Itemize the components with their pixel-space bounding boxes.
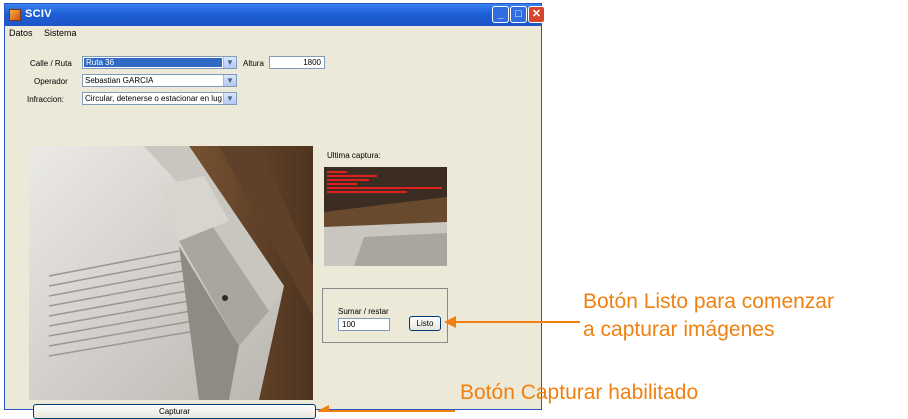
capturar-arrowhead-icon xyxy=(317,405,329,412)
annotation-listo-line2: a capturar imágenes xyxy=(583,318,775,341)
annotation-arrows xyxy=(317,316,580,412)
annotation-capturar: Botón Capturar habilitado xyxy=(460,381,699,404)
listo-arrowhead-icon xyxy=(444,316,456,328)
annotation-listo-line1: Botón Listo para comenzar xyxy=(583,290,834,313)
